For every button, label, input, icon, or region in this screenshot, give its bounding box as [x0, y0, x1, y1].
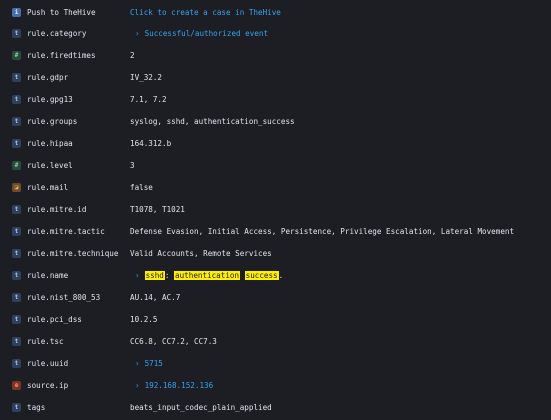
string-type-icon: t [12, 248, 21, 258]
chevron-right-icon: › [135, 28, 140, 38]
field-value: Defense Evasion, Initial Access, Persist… [130, 226, 515, 236]
string-type-icon: t [12, 402, 21, 412]
field-row: t rule.tsc CC6.8, CC7.2, CC7.3 [0, 330, 551, 352]
value-separator: : [164, 270, 175, 280]
field-value: › 192.168.152.136 [130, 381, 213, 390]
field-value: beats_input_codec_plain_applied [130, 402, 272, 412]
boolean-type-icon: ◪ [12, 182, 21, 192]
field-name: tags [27, 402, 46, 412]
field-name: rule.gpg13 [27, 94, 73, 104]
field-row: t rule.hipaa 164.312.b [0, 132, 551, 154]
string-type-icon: t [12, 28, 21, 38]
field-value: 3 [130, 160, 135, 170]
field-name: rule.nist_800_53 [27, 292, 101, 302]
field-name: rule.firedtimes [27, 50, 96, 60]
field-name: rule.tsc [27, 336, 64, 346]
number-type-icon: # [12, 160, 21, 170]
string-type-icon: t [12, 204, 21, 214]
field-name: rule.gdpr [27, 72, 69, 82]
highlighted-term[interactable]: success [244, 270, 279, 280]
highlighted-term[interactable]: authentication [174, 270, 241, 280]
string-type-icon: t [12, 270, 21, 280]
field-row: t rule.mitre.technique Valid Accounts, R… [0, 242, 551, 264]
field-row: # rule.level 3 [0, 154, 551, 176]
string-type-icon: t [12, 336, 21, 346]
field-value: › 5715 [130, 359, 163, 368]
field-name: rule.mitre.technique [27, 248, 119, 258]
chevron-right-icon: › [135, 380, 140, 390]
field-row: t rule.gdpr IV_32.2 [0, 66, 551, 88]
field-value: Valid Accounts, Remote Services [130, 248, 272, 258]
field-value: 7.1, 7.2 [130, 94, 167, 104]
ip-type-icon: ⊕ [12, 380, 21, 390]
field-row: t tags beats_input_codec_plain_applied [0, 396, 551, 418]
field-name: rule.level [27, 160, 73, 170]
field-row: t rule.pci_dss 10.2.5 [0, 308, 551, 330]
field-value: T1078, T1021 [130, 204, 185, 214]
field-name: rule.uuid [27, 358, 69, 368]
field-row: # rule.firedtimes 2 [0, 44, 551, 66]
field-value: IV_32.2 [130, 72, 163, 82]
field-value: syslog, sshd, authentication_success [130, 116, 295, 126]
field-value: false [130, 182, 153, 192]
string-type-icon: t [12, 358, 21, 368]
field-row: ⊕ source.ip › 192.168.152.136 [0, 374, 551, 396]
field-row: t rule.name › sshd: authentication succes… [0, 264, 551, 286]
field-value: CC6.8, CC7.2, CC7.3 [130, 336, 217, 346]
field-value-link[interactable]: 5715 [145, 359, 163, 368]
field-value: 164.312.b [130, 138, 172, 148]
highlighted-term[interactable]: sshd [144, 270, 165, 280]
field-name: rule.hipaa [27, 138, 73, 148]
field-name: rule.pci_dss [27, 314, 82, 324]
field-value: AU.14, AC.7 [130, 292, 181, 302]
field-name: rule.mail [27, 182, 69, 192]
string-type-icon: t [12, 94, 21, 104]
field-name: rule.name [27, 270, 69, 280]
field-name: Push to TheHive [27, 7, 96, 17]
document-fields-table: i Push to TheHive Click to create a case… [0, 0, 551, 420]
info-icon: i [12, 7, 21, 17]
field-name: source.ip [27, 380, 69, 390]
string-type-icon: t [12, 116, 21, 126]
chevron-right-icon: › [135, 270, 140, 280]
create-thehive-case-link[interactable]: Click to create a case in TheHive [130, 8, 281, 17]
field-value: 10.2.5 [130, 314, 158, 324]
field-row: t rule.mitre.id T1078, T1021 [0, 198, 551, 220]
field-value-link[interactable]: 192.168.152.136 [145, 381, 214, 390]
field-value: › Successful/authorized event [130, 29, 268, 38]
field-name: rule.category [27, 28, 87, 38]
string-type-icon: t [12, 292, 21, 302]
field-row: t rule.mitre.tactic Defense Evasion, Ini… [0, 220, 551, 242]
field-name: rule.mitre.tactic [27, 226, 105, 236]
field-value: 2 [130, 50, 135, 60]
value-separator: . [278, 270, 284, 280]
string-type-icon: t [12, 314, 21, 324]
field-row: ◪ rule.mail false [0, 176, 551, 198]
field-row: t rule.uuid › 5715 [0, 352, 551, 374]
field-row: t rule.category › Successful/authorized e… [0, 22, 551, 44]
field-value: › sshd: authentication success. [130, 270, 284, 280]
number-type-icon: # [12, 50, 21, 60]
field-row: t rule.nist_800_53 AU.14, AC.7 [0, 286, 551, 308]
field-row: i Push to TheHive Click to create a case… [0, 1, 551, 23]
chevron-right-icon: › [135, 358, 140, 368]
value-separator [240, 271, 245, 280]
field-row: t rule.gpg13 7.1, 7.2 [0, 88, 551, 110]
string-type-icon: t [12, 72, 21, 82]
field-name: rule.groups [27, 116, 78, 126]
field-name: rule.mitre.id [27, 204, 87, 214]
string-type-icon: t [12, 226, 21, 236]
string-type-icon: t [12, 138, 21, 148]
field-value-link[interactable]: Successful/authorized event [145, 29, 268, 38]
field-row: t rule.groups syslog, sshd, authenticati… [0, 110, 551, 132]
